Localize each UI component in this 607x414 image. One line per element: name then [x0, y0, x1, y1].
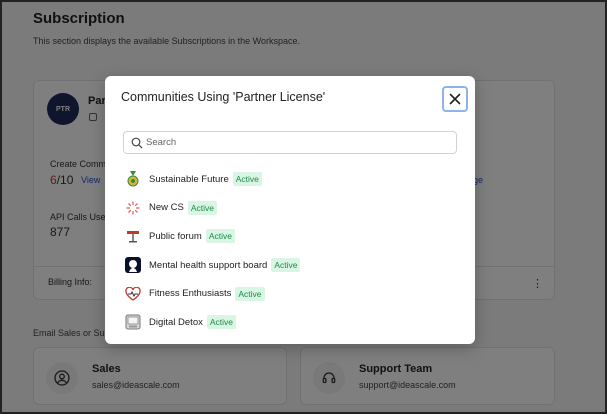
status-badge: Active	[235, 286, 265, 301]
list-item[interactable]: New CS Active	[123, 194, 457, 223]
list-item[interactable]: Fitness Enthusiasts Active	[123, 279, 457, 308]
list-item[interactable]: Sustainable Future Active	[123, 165, 457, 194]
communities-list: Sustainable Future Active New CS Active …	[123, 165, 457, 337]
communities-modal: Communities Using 'Partner License' Sust…	[105, 76, 475, 344]
search-box[interactable]	[123, 131, 457, 154]
community-name: Sustainable Future	[149, 173, 229, 185]
status-badge: Active	[187, 200, 217, 215]
signpost-icon	[125, 228, 141, 244]
heart-icon	[125, 286, 141, 302]
silhouette-icon	[125, 257, 141, 274]
community-name: Fitness Enthusiasts	[149, 288, 232, 300]
status-badge: Active	[271, 258, 301, 273]
search-input[interactable]	[146, 132, 446, 153]
spinner-icon	[125, 200, 141, 216]
modal-title: Communities Using 'Partner License'	[121, 90, 326, 104]
status-badge: Active	[232, 172, 262, 187]
close-icon	[449, 93, 461, 105]
close-button[interactable]	[442, 86, 468, 112]
search-icon	[131, 137, 143, 149]
community-name: Public forum	[149, 230, 202, 242]
device-icon	[125, 314, 141, 330]
medal-icon	[125, 171, 141, 187]
community-name: Digital Detox	[149, 316, 203, 328]
status-badge: Active	[205, 229, 235, 244]
list-item[interactable]: Public forum Active	[123, 222, 457, 251]
community-name: Mental health support board	[149, 259, 268, 271]
community-name: New CS	[149, 202, 184, 214]
status-badge: Active	[206, 315, 237, 330]
list-item[interactable]: Digital Detox Active	[123, 308, 457, 337]
app-frame: Subscription This section displays the a…	[0, 0, 607, 414]
list-item[interactable]: Mental health support board Active	[123, 251, 457, 280]
